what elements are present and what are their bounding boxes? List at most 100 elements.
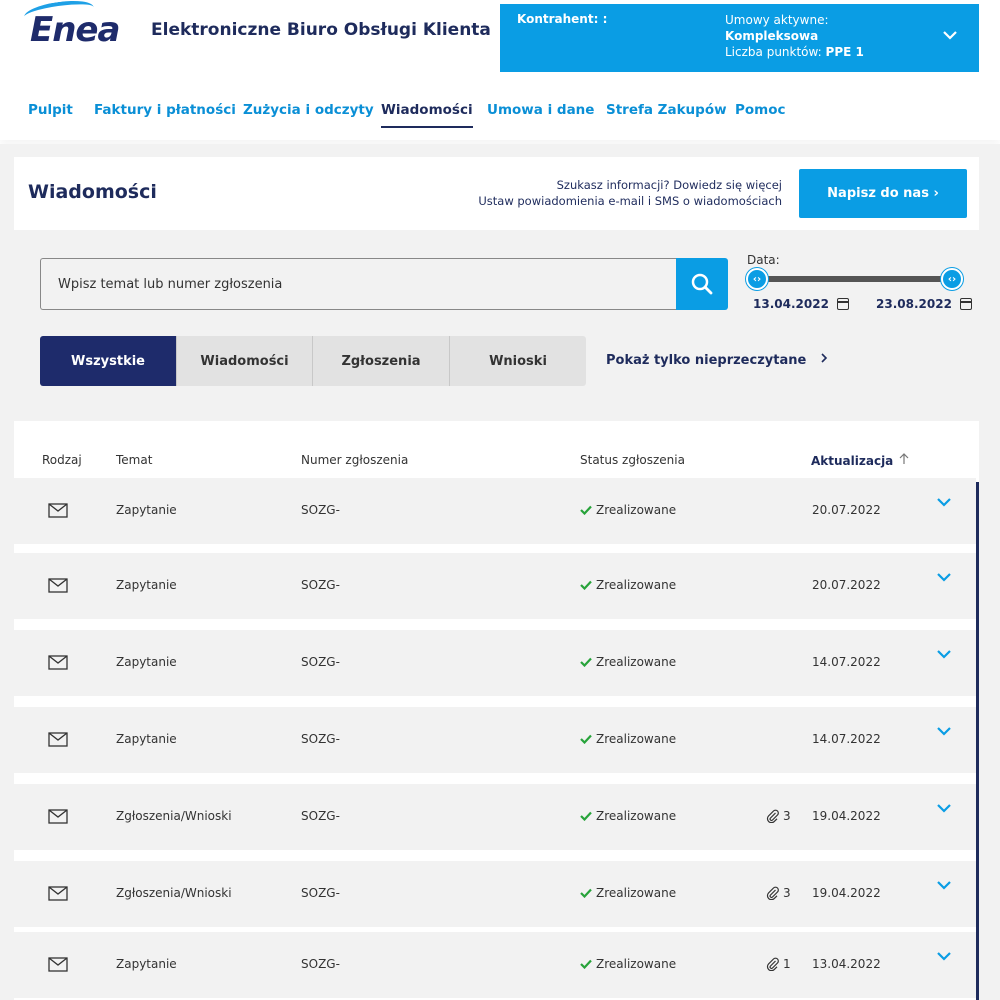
date-from[interactable]: 13.04.2022 — [753, 297, 849, 311]
umowy-value: Kompleksowa — [725, 29, 819, 43]
row-numer: SOZG- — [301, 503, 340, 517]
column-header-numer: Numer zgłoszenia — [301, 453, 409, 467]
check-icon — [580, 888, 592, 898]
kontrahent-label: Kontrahent: : — [517, 12, 608, 26]
mail-icon — [48, 732, 68, 747]
filter-tabs: Wszystkie Wiadomości Zgłoszenia Wnioski — [40, 336, 586, 386]
chevron-down-icon[interactable] — [936, 725, 952, 737]
slider-handle-start[interactable]: ‹› — [746, 268, 768, 290]
main-nav: Pulpit Faktury i płatności Zużycia i odc… — [0, 80, 1000, 140]
logo[interactable]: Enea — [30, 10, 120, 50]
calendar-icon[interactable] — [836, 298, 849, 310]
attachments-count: 1 — [766, 957, 791, 971]
page-title: Wiadomości — [28, 181, 157, 203]
mail-icon — [48, 655, 68, 670]
table-row[interactable]: Zgłoszenia/Wnioski SOZG- Zrealizowane 3 19.0… — [14, 784, 976, 850]
row-status: Zrealizowane — [580, 809, 676, 823]
chevron-down-icon[interactable] — [936, 571, 952, 583]
punkty-value: PPE 1 — [825, 45, 864, 59]
table-row[interactable]: Zapytanie SOZG- Zrealizowane 14.07.2022 — [14, 707, 976, 773]
header: Enea Elektroniczne Biuro Obsługi Klienta… — [0, 0, 1000, 72]
nav-item-zuzycia[interactable]: Zużycia i odczyty — [243, 102, 374, 118]
check-icon — [580, 580, 592, 590]
table-scrollbar[interactable] — [976, 482, 979, 1000]
chevron-down-icon[interactable] — [936, 496, 952, 508]
row-status: Zrealizowane — [580, 578, 676, 592]
column-header-rodzaj: Rodzaj — [42, 453, 82, 467]
nav-item-pomoc[interactable]: Pomoc — [735, 102, 786, 118]
row-temat: Zgłoszenia/Wnioski — [116, 886, 232, 900]
date-from-value: 13.04.2022 — [753, 297, 829, 311]
nav-item-strefa-zakupow[interactable]: Strefa Zakupów — [606, 102, 727, 118]
chevron-down-icon[interactable] — [936, 879, 952, 891]
slider-handle-end[interactable]: ‹› — [941, 268, 963, 290]
nav-item-wiadomosci[interactable]: Wiadomości — [381, 102, 473, 128]
row-status: Zrealizowane — [580, 957, 676, 971]
table-row[interactable]: Zgłoszenia/Wnioski SOZG- Zrealizowane 3 19.0… — [14, 861, 976, 927]
tab-zgloszenia[interactable]: Zgłoszenia — [313, 336, 450, 386]
date-range-slider[interactable] — [757, 276, 953, 282]
contract-selector[interactable]: Kontrahent: : Umowy aktywne: Kompleksowa… — [500, 4, 979, 72]
table-row[interactable]: Zapytanie SOZG- Zrealizowane 20.07.2022 — [14, 553, 976, 619]
mail-icon — [48, 578, 68, 593]
paperclip-icon — [766, 886, 779, 900]
attachments-value: 3 — [783, 886, 791, 900]
chevron-down-icon[interactable] — [936, 648, 952, 660]
tab-wnioski[interactable]: Wnioski — [450, 336, 586, 386]
app-title: Elektroniczne Biuro Obsługi Klienta — [151, 20, 491, 40]
info-link-notifications[interactable]: Ustaw powiadomienia e-mail i SMS o wiado… — [478, 193, 782, 209]
row-numer: SOZG- — [301, 809, 340, 823]
table-row[interactable]: Zapytanie SOZG- Zrealizowane 14.07.2022 — [14, 630, 976, 696]
row-date: 19.04.2022 — [812, 886, 881, 900]
column-header-aktualizacja[interactable]: Aktualizacja — [811, 453, 909, 468]
info-link-learn-more[interactable]: Szukasz informacji? Dowiedz się więcej — [478, 177, 782, 193]
row-status-value: Zrealizowane — [596, 886, 677, 900]
check-icon — [580, 505, 592, 515]
search-field[interactable] — [40, 258, 676, 310]
punkty-label: Liczba punktów: — [725, 45, 826, 59]
mail-icon — [48, 809, 68, 824]
search-icon — [691, 273, 713, 295]
row-status: Zrealizowane — [580, 655, 676, 669]
row-numer: SOZG- — [301, 655, 340, 669]
chevron-down-icon[interactable] — [936, 802, 952, 814]
row-numer: SOZG- — [301, 957, 340, 971]
row-temat: Zapytanie — [116, 957, 177, 971]
row-temat: Zapytanie — [116, 503, 177, 517]
row-temat: Zapytanie — [116, 578, 177, 592]
mail-icon — [48, 957, 68, 972]
column-header-status: Status zgłoszenia — [580, 453, 685, 467]
row-date: 19.04.2022 — [812, 809, 881, 823]
contracts-info: Umowy aktywne: Kompleksowa Liczba punktó… — [725, 12, 864, 60]
tab-wszystkie[interactable]: Wszystkie — [40, 336, 177, 386]
row-status: Zrealizowane — [580, 732, 676, 746]
date-to[interactable]: 23.08.2022 — [876, 297, 972, 311]
row-status-value: Zrealizowane — [596, 809, 677, 823]
row-date: 13.04.2022 — [812, 957, 881, 971]
show-unread-link[interactable]: Pokaż tylko nieprzeczytane — [606, 352, 829, 368]
row-numer: SOZG- — [301, 732, 340, 746]
date-to-value: 23.08.2022 — [876, 297, 952, 311]
search-button[interactable] — [676, 258, 728, 310]
search-input[interactable] — [41, 259, 676, 309]
row-temat: Zapytanie — [116, 655, 177, 669]
write-to-us-button[interactable]: Napisz do nas › — [799, 169, 967, 218]
show-unread-label: Pokaż tylko nieprzeczytane — [606, 353, 807, 368]
nav-item-pulpit[interactable]: Pulpit — [28, 102, 73, 118]
umowy-label: Umowy aktywne: — [725, 13, 829, 27]
title-card: Wiadomości Szukasz informacji? Dowiedz s… — [14, 157, 979, 230]
chevron-down-icon[interactable] — [943, 24, 957, 45]
row-numer: SOZG- — [301, 886, 340, 900]
aktualizacja-label: Aktualizacja — [811, 454, 894, 468]
nav-item-umowa[interactable]: Umowa i dane — [487, 102, 594, 118]
chevron-down-icon[interactable] — [936, 950, 952, 962]
calendar-icon[interactable] — [959, 298, 972, 310]
table-row[interactable]: Zapytanie SOZG- Zrealizowane 1 13.04.2022 — [14, 932, 976, 998]
row-date: 20.07.2022 — [812, 503, 881, 517]
tab-wiadomosci[interactable]: Wiadomości — [177, 336, 313, 386]
check-icon — [580, 959, 592, 969]
table-row[interactable]: Zapytanie SOZG- Zrealizowane 20.07.2022 — [14, 478, 976, 544]
attachments-count: 3 — [766, 886, 791, 900]
mail-icon — [48, 503, 68, 518]
nav-item-faktury[interactable]: Faktury i płatności — [94, 102, 236, 118]
